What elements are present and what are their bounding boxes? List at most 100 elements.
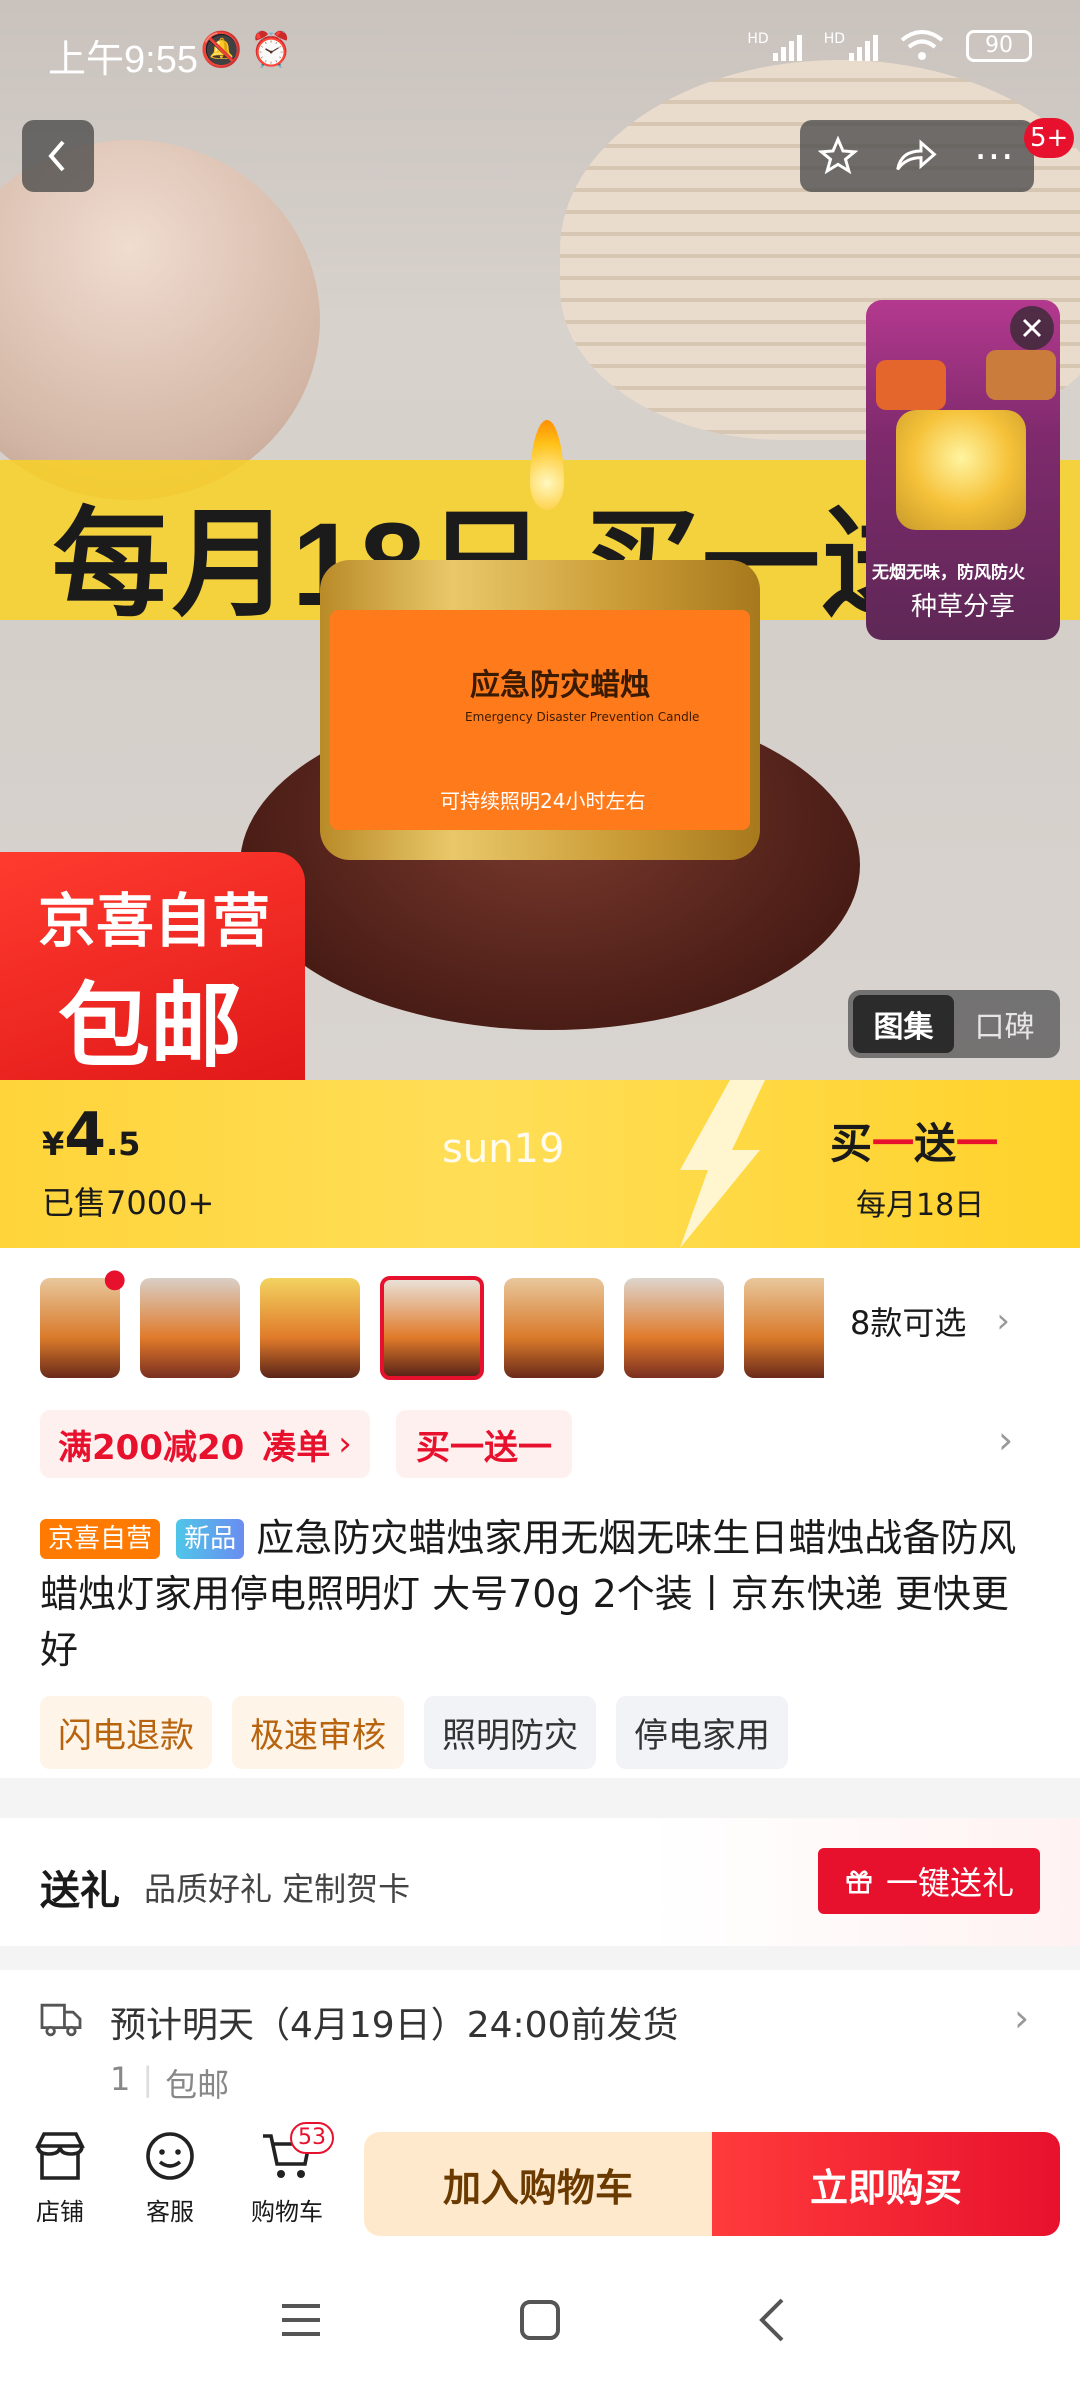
star-icon[interactable] bbox=[818, 136, 858, 176]
tab-reviews[interactable]: 口碑 bbox=[954, 995, 1055, 1053]
gift-description: 品质好礼 定制贺卡 bbox=[144, 1870, 411, 1908]
hd-label-1: HD bbox=[747, 31, 769, 47]
tag-self-operated: 京喜自营 bbox=[40, 1519, 161, 1559]
signal-icon-1: HD bbox=[747, 31, 802, 61]
service-tag: 闪电退款 bbox=[40, 1696, 212, 1769]
gift-section[interactable]: 送礼 品质好礼 定制贺卡 一键送礼 bbox=[0, 1818, 1080, 1946]
price-banner: ¥4.5 已售7000+ sun19 买一送一 每月18日 bbox=[0, 1080, 1080, 1248]
shop-icon bbox=[35, 2132, 85, 2180]
mini-video-candle bbox=[896, 410, 1026, 530]
service-tag: 极速审核 bbox=[232, 1696, 404, 1769]
variant-thumb[interactable]: ● bbox=[40, 1264, 126, 1378]
status-time: 上午9:55 bbox=[48, 39, 198, 81]
product-info-card: ● 8款可选 › 满200减20 凑单 › 买一送一 › 京喜自营 新品 应急防… bbox=[0, 1248, 1080, 1778]
delivery-shipping: 包邮 bbox=[165, 2066, 230, 2104]
product-title-block: 京喜自营 新品 应急防灾蜡烛家用无烟无味生日蜡烛战备防风蜡烛灯家用停电照明灯 大… bbox=[40, 1510, 1040, 1678]
promo-one-2: 一 bbox=[956, 1119, 999, 1168]
candle-label-bottom: 可持续照明24小时左右 bbox=[440, 789, 646, 813]
variant-thumb[interactable] bbox=[260, 1278, 360, 1378]
add-to-cart-label: 加入购物车 bbox=[442, 2165, 633, 2210]
back-button[interactable] bbox=[22, 120, 94, 192]
promo-buy: 买 bbox=[830, 1119, 873, 1168]
service-tags: 闪电退款 极速审核 照明防灾 停电家用 bbox=[40, 1696, 788, 1769]
variant-thumb[interactable] bbox=[624, 1278, 724, 1378]
cart-button[interactable]: 购物车 53 bbox=[242, 2122, 334, 2227]
promo-badge: 京喜自营 包邮 bbox=[0, 852, 305, 1080]
candle-label-title: 应急防灾蜡烛 bbox=[470, 668, 650, 703]
service-tag: 照明防灾 bbox=[424, 1696, 596, 1769]
system-nav-bar bbox=[0, 2250, 1080, 2400]
gift-button-label: 一键送礼 bbox=[885, 1864, 1014, 1902]
top-action-group: ⋯ bbox=[800, 120, 1034, 192]
shop-button[interactable]: 店铺 bbox=[20, 2130, 100, 2227]
variant-thumb[interactable] bbox=[744, 1278, 824, 1378]
cart-count-badge: 53 bbox=[290, 2122, 334, 2154]
service-tag: 停电家用 bbox=[616, 1696, 788, 1769]
chevron-right-icon: › bbox=[338, 1424, 352, 1464]
home-icon[interactable] bbox=[518, 2298, 562, 2342]
coupon-bogo[interactable]: 买一送一 bbox=[396, 1410, 572, 1478]
wifi-icon bbox=[900, 30, 944, 60]
chevron-right-icon: › bbox=[1014, 1996, 1030, 2040]
shop-label: 店铺 bbox=[36, 2198, 84, 2226]
coupon-full-reduction-label: 满200减20 bbox=[58, 1427, 245, 1468]
customer-service-button[interactable]: 客服 bbox=[130, 2130, 210, 2227]
gift-title: 送礼 bbox=[40, 1868, 120, 1914]
more-icon[interactable]: ⋯ bbox=[974, 136, 1016, 176]
candle-label-en: Emergency Disaster Prevention Candle bbox=[465, 710, 700, 724]
product-image-carousel[interactable]: 每月18日 买一送 应急防灾蜡烛 Emergency Disaster Prev… bbox=[0, 0, 1080, 1080]
delivery-estimate: 预计明天（4月19日）24:00前发货 bbox=[110, 2005, 679, 2046]
variant-thumbs: ● bbox=[40, 1264, 824, 1380]
delivery-details: 1 | 包邮 bbox=[110, 2060, 229, 2106]
back-nav-icon[interactable] bbox=[754, 2296, 788, 2344]
candle-label: 应急防灾蜡烛 Emergency Disaster Prevention Can… bbox=[330, 610, 750, 830]
promo-one-1: 一 bbox=[872, 1119, 915, 1168]
gift-icon bbox=[846, 1870, 872, 1894]
buy-now-button[interactable]: 立即购买 bbox=[712, 2132, 1060, 2236]
delivery-section[interactable]: 预计明天（4月19日）24:00前发货 › 1 | 包邮 bbox=[0, 1970, 1080, 2110]
mini-video-tin-left bbox=[876, 360, 946, 410]
promo-subtitle: 每月18日 bbox=[856, 1188, 985, 1223]
hd-label-2: HD bbox=[823, 31, 845, 47]
price-currency: ¥ bbox=[42, 1125, 65, 1163]
coupon-full-reduction[interactable]: 满200减20 凑单 › bbox=[40, 1410, 370, 1478]
price-integer: 4 bbox=[64, 1100, 107, 1170]
price: ¥4.5 bbox=[42, 1100, 140, 1170]
variant-thumb[interactable] bbox=[504, 1278, 604, 1378]
chevron-right-icon[interactable]: › bbox=[998, 1418, 1013, 1462]
add-to-cart-button[interactable]: 加入购物车 bbox=[364, 2132, 712, 2236]
notification-badge: 5+ bbox=[1024, 118, 1075, 158]
truck-icon bbox=[40, 2003, 82, 2037]
promo-send: 送 bbox=[914, 1119, 957, 1168]
promo-line2: 包邮 bbox=[58, 973, 243, 1080]
battery-icon: 90 bbox=[966, 30, 1032, 62]
lightning-icon bbox=[680, 1080, 765, 1248]
variant-count-label: 8款可选 bbox=[850, 1304, 967, 1342]
hot-icon: ● bbox=[103, 1264, 126, 1294]
tag-new: 新品 bbox=[176, 1519, 245, 1559]
divider: | bbox=[142, 2060, 154, 2098]
chevron-left-icon bbox=[48, 140, 65, 172]
mini-video-tin-right bbox=[986, 350, 1056, 400]
variant-thumb[interactable] bbox=[140, 1278, 240, 1378]
mini-video-close-button[interactable] bbox=[1010, 306, 1054, 350]
sold-count: 已售7000+ bbox=[42, 1184, 215, 1222]
candle-flame bbox=[530, 420, 564, 510]
mini-video-card[interactable]: 无烟无味，防风防火 种草分享 bbox=[866, 300, 1060, 640]
variant-thumb-selected[interactable] bbox=[380, 1276, 484, 1380]
mini-video-label: 种草分享 bbox=[910, 592, 1015, 622]
chevron-right-icon: › bbox=[996, 1301, 1010, 1341]
promo-line1: 京喜自营 bbox=[38, 887, 271, 955]
gift-button[interactable]: 一键送礼 bbox=[818, 1848, 1040, 1914]
coupon-bogo-label: 买一送一 bbox=[416, 1427, 552, 1468]
buy-now-label: 立即购买 bbox=[809, 2165, 962, 2210]
alarm-icon: ⏰ bbox=[250, 30, 293, 70]
variant-count-link[interactable]: 8款可选 › bbox=[850, 1298, 1010, 1344]
delivery-quantity: 1 bbox=[110, 2060, 131, 2098]
share-icon[interactable] bbox=[894, 136, 938, 176]
coupon-add-on-link[interactable]: 凑单 bbox=[262, 1420, 330, 1469]
tab-gallery[interactable]: 图集 bbox=[853, 995, 954, 1053]
service-label: 客服 bbox=[146, 2198, 194, 2226]
close-icon bbox=[1022, 318, 1042, 338]
menu-icon[interactable] bbox=[280, 2300, 322, 2340]
